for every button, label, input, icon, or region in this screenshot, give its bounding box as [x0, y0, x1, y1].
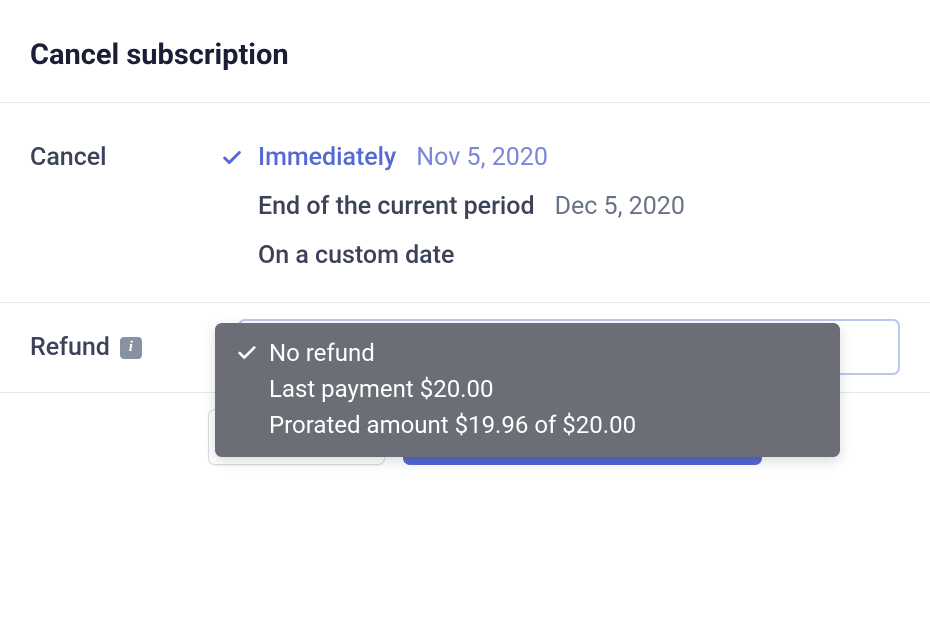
refund-section: Refund i No refund Last payment $20.00: [0, 303, 930, 392]
refund-label: Refund: [30, 333, 110, 362]
refund-option-last-payment[interactable]: Last payment $20.00: [235, 371, 820, 407]
refund-option-prorated[interactable]: Prorated amount $19.96 of $20.00: [235, 407, 820, 443]
cancel-label: Cancel: [30, 143, 107, 172]
cancel-section: Cancel Immediately Nov 5, 2020 End of th…: [0, 103, 930, 302]
cancel-option-custom-date[interactable]: On a custom date: [220, 241, 685, 270]
option-date: Dec 5, 2020: [555, 192, 685, 221]
cancel-option-immediately[interactable]: Immediately Nov 5, 2020: [220, 143, 685, 172]
refund-dropdown-popup: No refund Last payment $20.00 Prorated a…: [215, 323, 840, 457]
dropdown-item-label: Last payment $20.00: [269, 375, 493, 403]
info-icon[interactable]: i: [120, 337, 142, 359]
option-label: On a custom date: [258, 241, 454, 270]
cancel-option-end-of-period[interactable]: End of the current period Dec 5, 2020: [220, 192, 685, 221]
refund-option-no-refund[interactable]: No refund: [235, 335, 820, 371]
option-date: Nov 5, 2020: [416, 143, 548, 172]
option-label: Immediately: [258, 143, 396, 172]
check-icon: [220, 147, 244, 169]
check-icon: [235, 342, 259, 364]
option-label: End of the current period: [258, 192, 535, 221]
dropdown-item-label: Prorated amount $19.96 of $20.00: [269, 411, 636, 439]
dialog-title: Cancel subscription: [30, 38, 900, 72]
dropdown-item-label: No refund: [269, 339, 375, 367]
